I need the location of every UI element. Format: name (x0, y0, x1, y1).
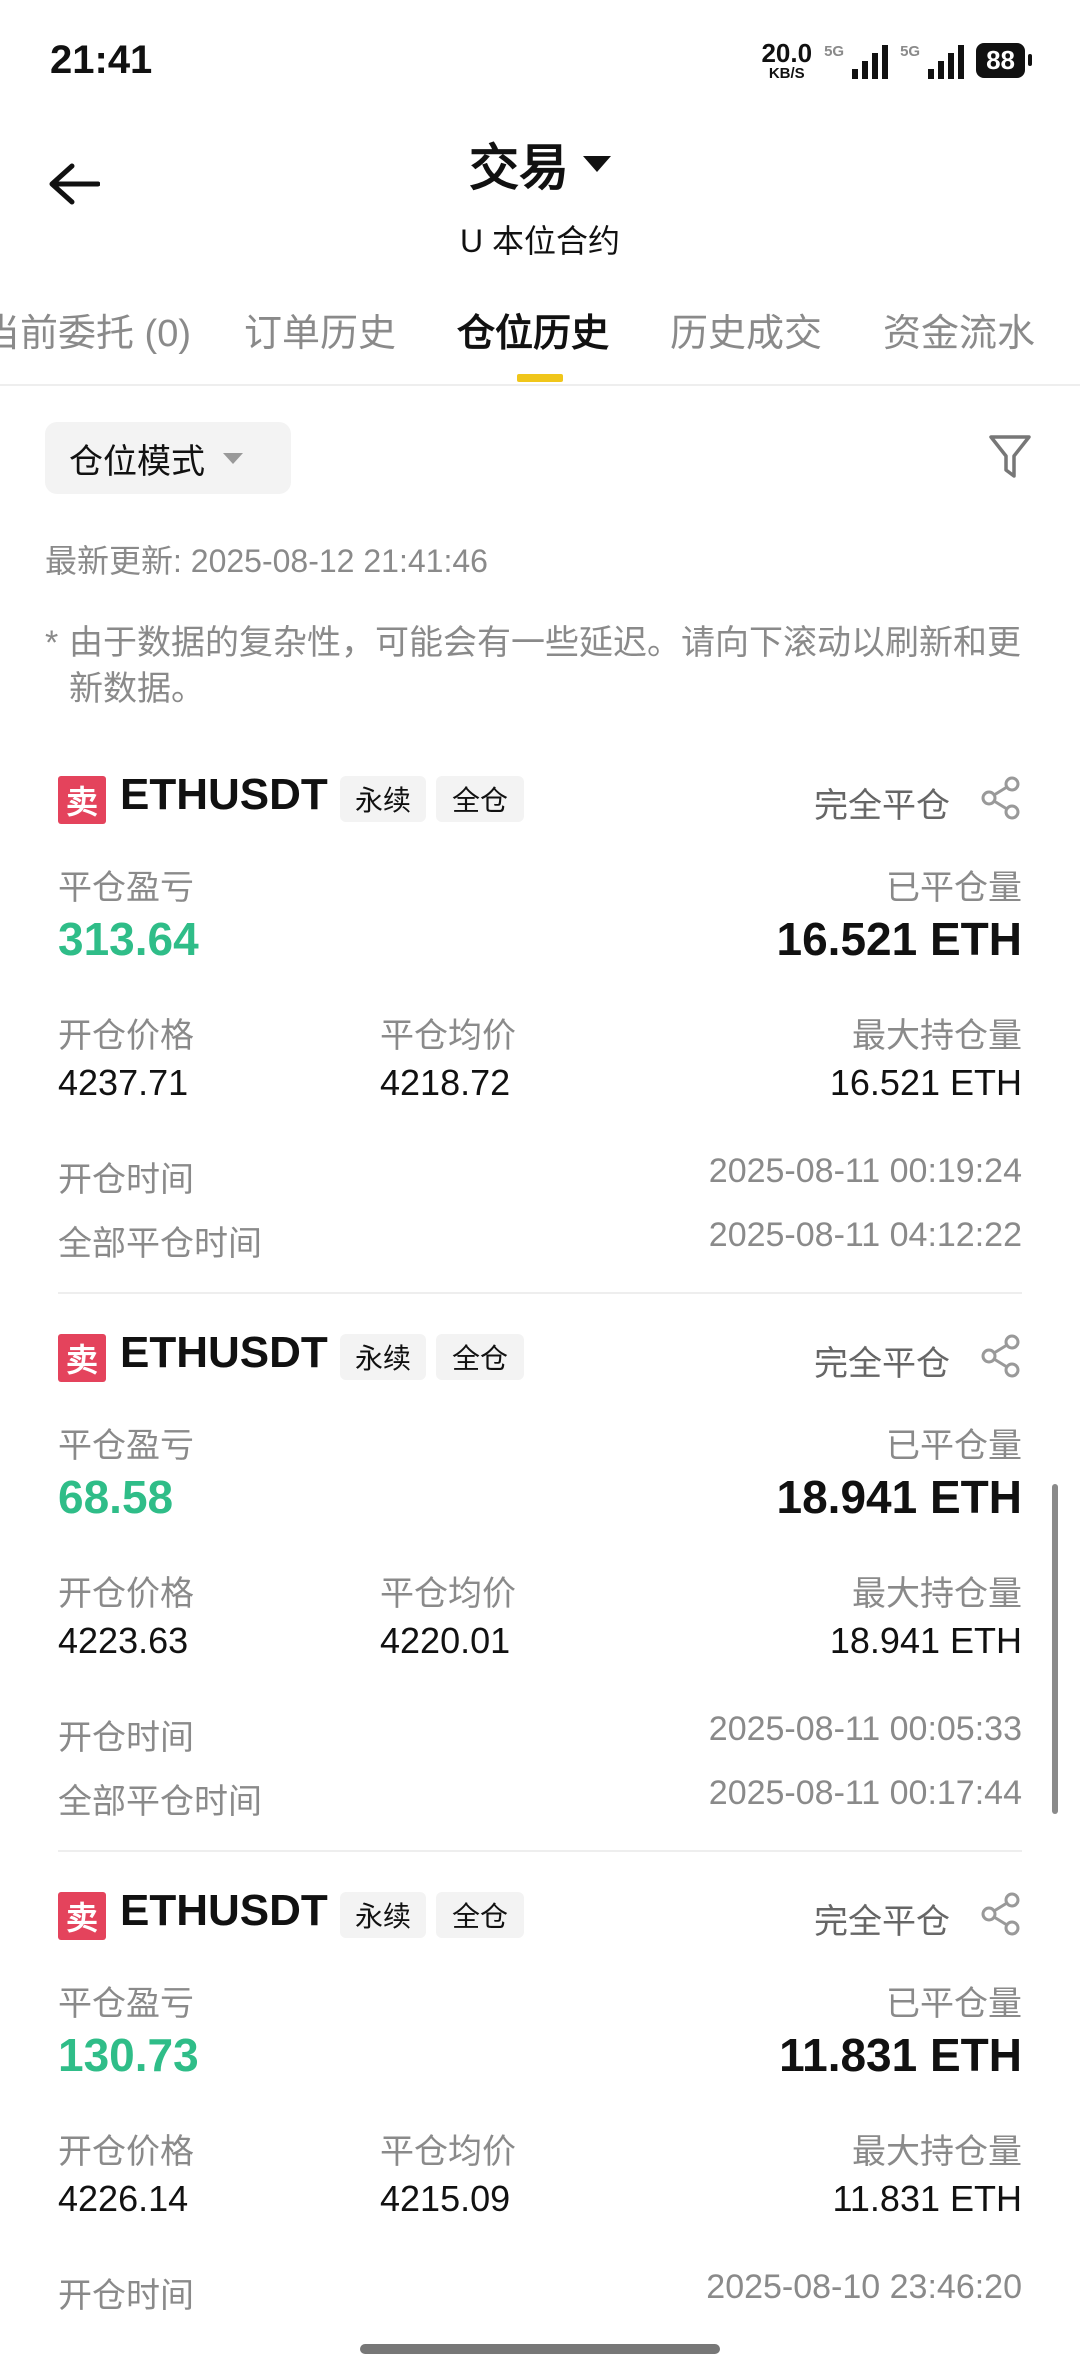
signal-label: 5G (824, 42, 845, 60)
net-speed: 20.0 KB/S (761, 40, 812, 81)
closed-qty-value: 16.521 ETH (776, 913, 1022, 965)
tab-order-history[interactable]: 订单历史 (244, 302, 396, 357)
sell-badge: 卖 (58, 1892, 106, 1940)
net-speed-value: 20.0 (761, 38, 813, 68)
sell-badge: 卖 (58, 776, 106, 824)
closed-qty-label: 已平仓量 (886, 1427, 1022, 1465)
open-time-label: 开仓时间 (58, 2277, 194, 2315)
signal-icon: 5G (824, 42, 889, 79)
closed-qty-value: 18.941 ETH (776, 1471, 1022, 1523)
tab-trade-history[interactable]: 历史成交 (670, 302, 822, 357)
close-time-value: 2025-08-11 00:17:44 (708, 1774, 1022, 1812)
pnl-label: 平仓盈亏 (58, 1985, 194, 2023)
close-avg-label: 平仓均价 (380, 1575, 516, 1613)
open-time-label: 开仓时间 (58, 1719, 194, 1757)
open-price-value: 4223.63 (58, 1620, 189, 1661)
pnl-value: 68.58 (58, 1471, 174, 1523)
notice-asterisk: * (45, 624, 59, 662)
pnl-value: 130.73 (58, 2029, 199, 2081)
cross-margin-tag: 全仓 (436, 1334, 524, 1380)
net-speed-unit: KB/S (768, 65, 805, 82)
open-time-label: 开仓时间 (58, 1161, 194, 1199)
record-symbol: ETHUSDT (120, 1328, 328, 1377)
page-title-dropdown[interactable]: 交易 (469, 128, 611, 200)
filter-icon[interactable] (988, 432, 1032, 482)
share-icon[interactable] (980, 1892, 1022, 1936)
caret-down-icon (583, 156, 611, 172)
open-price-label: 开仓价格 (58, 1017, 194, 1055)
max-position-label: 最大持仓量 (852, 1575, 1022, 1613)
max-position-value: 16.521 ETH (829, 1062, 1022, 1103)
closed-qty-label: 已平仓量 (886, 1985, 1022, 2023)
last-updated: 最新更新: 2025-08-12 21:41:46 (45, 543, 488, 579)
signal-icon-2: 5G (900, 42, 965, 79)
divider (58, 1292, 1022, 1294)
open-price-label: 开仓价格 (58, 1575, 194, 1613)
battery-icon: 88 (976, 43, 1032, 78)
max-position-label: 最大持仓量 (852, 2133, 1022, 2171)
record-symbol: ETHUSDT (120, 770, 328, 819)
closed-qty-label: 已平仓量 (886, 869, 1022, 907)
cross-margin-tag: 全仓 (436, 1892, 524, 1938)
pnl-value: 313.64 (58, 913, 199, 965)
tab-open-orders[interactable]: 当前委托 (0) (0, 302, 191, 357)
sell-badge: 卖 (58, 1334, 106, 1382)
share-icon[interactable] (980, 776, 1022, 820)
tab-bar: 当前委托 (0) 订单历史 仓位历史 历史成交 资金流水 (0, 294, 1080, 386)
chevron-down-icon (223, 452, 243, 464)
notice-text: 由于数据的复杂性，可能会有一些延迟。请向下滚动以刷新和更新数据。 (69, 624, 1021, 708)
home-indicator[interactable] (360, 2344, 720, 2354)
active-tab-indicator (517, 374, 563, 382)
position-mode-dropdown[interactable]: 仓位模式 (45, 422, 291, 494)
delay-notice: * 由于数据的复杂性，可能会有一些延迟。请向下滚动以刷新和更新数据。 (45, 620, 1035, 712)
signal-label-2: 5G (900, 42, 921, 60)
close-avg-value: 4218.72 (380, 1062, 511, 1103)
perpetual-tag: 永续 (340, 776, 426, 822)
header: 交易 U 本位合约 (0, 128, 1080, 262)
max-position-label: 最大持仓量 (852, 1017, 1022, 1055)
close-time-label: 全部平仓时间 (58, 1783, 262, 1821)
open-price-value: 4237.71 (58, 1062, 189, 1103)
close-time-value: 2025-08-11 04:12:22 (708, 1216, 1022, 1254)
open-time-value: 2025-08-10 23:46:20 (706, 2268, 1022, 2306)
open-time-value: 2025-08-11 00:05:33 (708, 1710, 1022, 1748)
scrollbar[interactable] (1052, 1484, 1058, 1814)
pnl-label: 平仓盈亏 (58, 1427, 194, 1465)
page-subtitle: U 本位合约 (459, 223, 620, 259)
perpetual-tag: 永续 (340, 1892, 426, 1938)
close-avg-label: 平仓均价 (380, 1017, 516, 1055)
divider (58, 1850, 1022, 1852)
max-position-value: 18.941 ETH (829, 1620, 1022, 1661)
record-symbol: ETHUSDT (120, 1886, 328, 1935)
record-status: 完全平仓 (814, 1903, 950, 1941)
perpetual-tag: 永续 (340, 1334, 426, 1380)
close-avg-label: 平仓均价 (380, 2133, 516, 2171)
page-title: 交易 (469, 140, 569, 196)
close-avg-value: 4220.01 (380, 1620, 511, 1661)
status-time: 21:41 (50, 38, 153, 82)
tab-position-history[interactable]: 仓位历史 (457, 302, 609, 357)
closed-qty-value: 11.831 ETH (779, 2029, 1022, 2081)
record-status: 完全平仓 (814, 787, 950, 825)
open-price-label: 开仓价格 (58, 2133, 194, 2171)
close-time-label: 全部平仓时间 (58, 1225, 262, 1263)
max-position-value: 11.831 ETH (832, 2178, 1022, 2219)
tab-funding-flow[interactable]: 资金流水 (883, 302, 1035, 357)
status-icons: 20.0 KB/S 5G 5G 88 (761, 40, 1032, 81)
cross-margin-tag: 全仓 (436, 776, 524, 822)
pnl-label: 平仓盈亏 (58, 869, 194, 907)
share-icon[interactable] (980, 1334, 1022, 1378)
open-price-value: 4226.14 (58, 2178, 189, 2219)
record-status: 完全平仓 (814, 1345, 950, 1383)
status-bar: 21:41 20.0 KB/S 5G 5G 88 (0, 0, 1080, 120)
position-mode-label: 仓位模式 (69, 442, 205, 481)
close-avg-value: 4215.09 (380, 2178, 511, 2219)
open-time-value: 2025-08-11 00:19:24 (708, 1152, 1022, 1190)
